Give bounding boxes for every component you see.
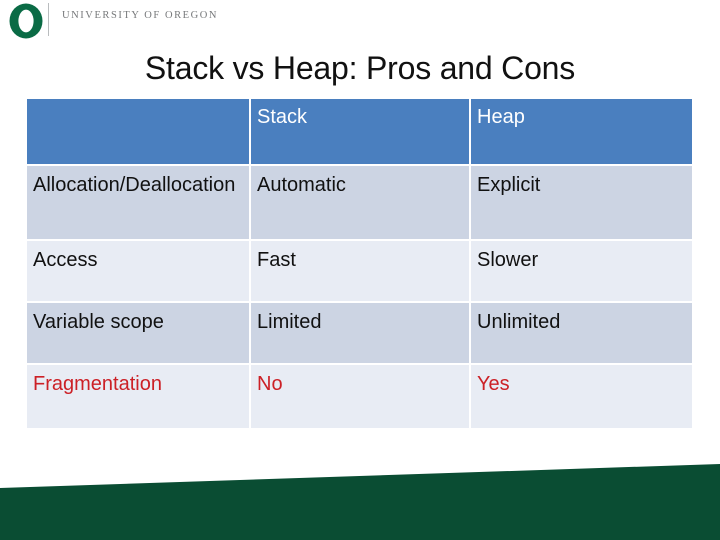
stack-vs-heap-table: Stack Heap Allocation/Deallocation Autom… xyxy=(25,97,694,430)
brand-wordmark: UNIVERSITY OF OREGON xyxy=(62,10,219,21)
cell-feature: Fragmentation xyxy=(27,365,249,428)
cell-heap: Yes xyxy=(471,365,692,428)
table-row: Variable scope Limited Unlimited xyxy=(27,303,692,363)
cell-stack: No xyxy=(251,365,469,428)
table-header: Stack Heap xyxy=(27,99,692,164)
cell-heap: Unlimited xyxy=(471,303,692,363)
cell-feature: Variable scope xyxy=(27,303,249,363)
footer-green-band xyxy=(0,450,720,540)
column-header-heap: Heap xyxy=(471,99,692,164)
column-header-feature xyxy=(27,99,249,164)
cell-stack: Fast xyxy=(251,241,469,301)
cell-feature: Allocation/Deallocation xyxy=(27,166,249,239)
table-row: Fragmentation No Yes xyxy=(27,365,692,428)
table-body: Allocation/Deallocation Automatic Explic… xyxy=(27,166,692,428)
uo-o-logo-icon xyxy=(8,2,44,40)
brand-divider xyxy=(48,3,49,36)
cell-feature: Access xyxy=(27,241,249,301)
column-header-stack: Stack xyxy=(251,99,469,164)
cell-heap: Slower xyxy=(471,241,692,301)
table-row: Access Fast Slower xyxy=(27,241,692,301)
cell-stack: Automatic xyxy=(251,166,469,239)
table-row: Allocation/Deallocation Automatic Explic… xyxy=(27,166,692,239)
brand-header: UNIVERSITY OF OREGON xyxy=(0,0,720,42)
page-title: Stack vs Heap: Pros and Cons xyxy=(144,50,576,86)
cell-heap: Explicit xyxy=(471,166,692,239)
cell-stack: Limited xyxy=(251,303,469,363)
table-header-row: Stack Heap xyxy=(27,99,692,164)
